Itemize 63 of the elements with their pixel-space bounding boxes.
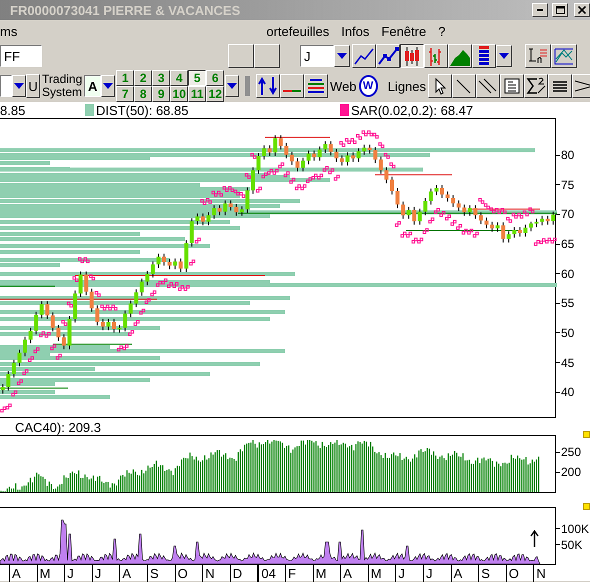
- month-label: F: [288, 564, 296, 582]
- axis-label: 70: [561, 207, 574, 222]
- layout-button[interactable]: 9: [152, 86, 170, 102]
- month-label: N: [536, 564, 546, 582]
- legend-label: 8.85: [0, 102, 26, 118]
- month-label: A: [454, 564, 462, 582]
- trading-system-label: Trading System: [41, 73, 84, 99]
- axis-label: 55: [561, 296, 574, 310]
- month-label: M: [370, 564, 382, 582]
- month-label: A: [343, 564, 352, 582]
- axis-label: 45: [561, 356, 574, 370]
- web-label: Web: [329, 80, 358, 92]
- layout-button[interactable]: 4: [170, 70, 188, 86]
- axis-label: 200: [561, 465, 582, 480]
- layout-button[interactable]: 3: [152, 70, 170, 86]
- axis-label: 50K: [561, 538, 582, 552]
- axis-label: 40: [561, 385, 574, 400]
- menu-item[interactable]: ortefeuilles: [266, 24, 336, 38]
- month-label: J: [67, 564, 74, 582]
- month-label: S: [481, 564, 490, 582]
- axis-label: 65: [561, 237, 574, 252]
- layout-button[interactable]: 6: [206, 70, 224, 86]
- month-label: J: [398, 564, 405, 582]
- month-label: A: [12, 564, 21, 582]
- menu-item[interactable]: ?: [432, 24, 452, 38]
- legend-label: DIST(50): 68.85: [96, 102, 188, 118]
- month-label: O: [508, 564, 519, 582]
- month-label: 04: [261, 564, 276, 582]
- menu-item[interactable]: Infos: [335, 24, 376, 38]
- month-label: O: [178, 564, 188, 582]
- period-field[interactable]: J: [300, 45, 334, 67]
- axis-label: 75: [561, 178, 574, 192]
- month-label: S: [150, 564, 159, 582]
- layout-button[interactable]: 5: [188, 70, 206, 86]
- layout-button[interactable]: 7: [116, 86, 134, 102]
- month-label: M: [40, 564, 50, 582]
- month-label: J: [94, 564, 102, 582]
- system-field[interactable]: A: [84, 75, 102, 97]
- layout-button[interactable]: 1: [116, 70, 134, 86]
- menu-item[interactable]: Fenêtre: [375, 24, 432, 38]
- axis-label: 100K: [561, 522, 590, 536]
- legend-label: CAC40): 209.3: [15, 420, 101, 435]
- symbol-field[interactable]: FF: [0, 45, 42, 67]
- window-title: FR0000073041 PIERRE & VACANCES: [10, 2, 242, 18]
- month-label: N: [205, 564, 215, 582]
- axis-label: 80: [561, 148, 574, 162]
- axis-label: 250: [561, 445, 582, 460]
- lines-label: Lignes: [386, 80, 428, 92]
- menu-item[interactable]: ms: [0, 24, 24, 38]
- u-button[interactable]: U: [26, 74, 40, 98]
- month-label: J: [426, 564, 432, 582]
- layout-button[interactable]: 12: [206, 86, 224, 102]
- legend-label: SAR(0.02,0.2): 68.47: [351, 102, 474, 118]
- layout-button[interactable]: 10: [170, 86, 188, 102]
- axis-label: 50: [561, 326, 574, 340]
- month-label: D: [232, 564, 242, 582]
- layout-button[interactable]: 8: [134, 86, 152, 102]
- layout-button[interactable]: 2: [134, 70, 152, 86]
- month-label: M: [316, 564, 326, 582]
- month-label: A: [122, 564, 132, 582]
- layout-button[interactable]: 11: [188, 86, 206, 102]
- axis-label: 60: [561, 266, 574, 281]
- web-button[interactable]: W: [358, 75, 378, 97]
